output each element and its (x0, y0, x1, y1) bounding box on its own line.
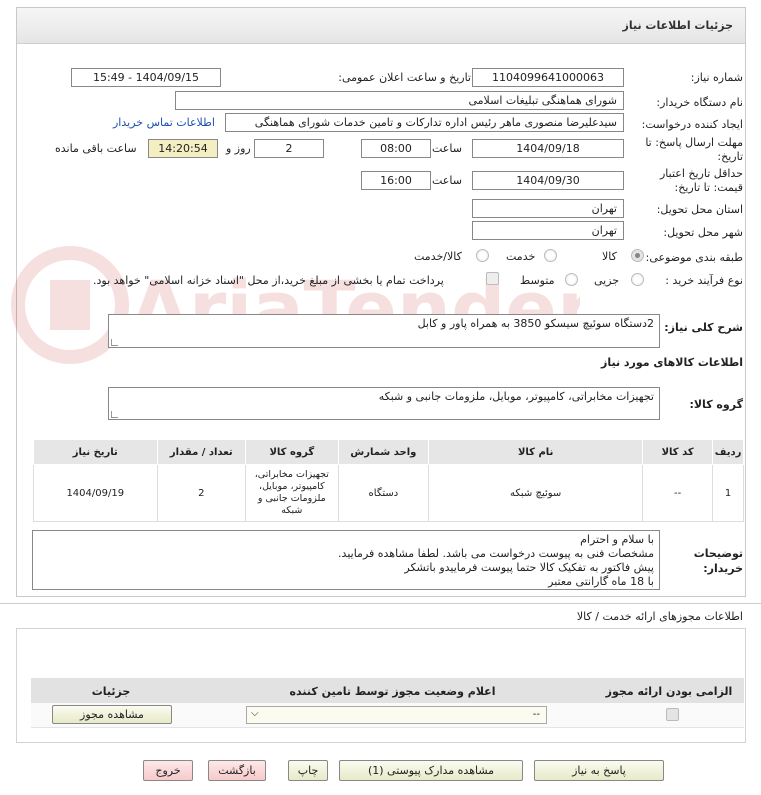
resize-grip[interactable] (111, 411, 118, 418)
treasury-checkbox[interactable] (486, 272, 499, 285)
cell-group: تجهیزات مخابراتی، کامپیوتر، موبایل، ملزو… (245, 464, 339, 522)
validity-date-field: 1404/09/30 (472, 171, 624, 190)
category-radio-goods[interactable] (631, 249, 644, 262)
goods-section-title: اطلاعات کالاهای مورد نیاز (601, 356, 743, 369)
goods-group-textarea: تجهیزات مخابراتی، کامپیوتر، موبایل، ملزو… (108, 387, 660, 420)
cell-name: سوئیچ شبکه (428, 464, 644, 522)
permits-header-row: الزامی بودن ارائه مجوز اعلام وضعیت مجوز … (31, 678, 744, 703)
resize-grip[interactable] (111, 339, 118, 346)
remaining-time-field: 14:20:54 (148, 139, 218, 158)
col-header-quantity: تعداد / مقدار (156, 439, 247, 465)
col-header-group: گروه کالا (245, 439, 339, 465)
need-number-label: شماره نیاز: (690, 71, 743, 84)
buyer-notes-textarea: با سلام و احترام مشخصات فنی به پیوست درخ… (32, 530, 660, 590)
page-title: جزئیات اطلاعات نیاز (622, 19, 734, 32)
table-row: 1 -- سوئیچ شبکه دستگاه تجهیزات مخابراتی،… (33, 464, 744, 522)
deadline-label: مهلت ارسال پاسخ: تا تاریخ: (645, 136, 743, 163)
goods-group-text: تجهیزات مخابراتی، کامپیوتر، موبایل، ملزو… (378, 390, 654, 403)
days-label: روز و (226, 142, 251, 155)
validity-label: حداقل تاریخ اعتبار قیمت: تا تاریخ: (659, 167, 743, 194)
validity-time-field: 16:00 (361, 171, 431, 190)
process-option-minor: جزیی (594, 274, 620, 287)
exit-button[interactable]: خروج (143, 760, 193, 781)
view-permit-button[interactable]: مشاهده مجوز (52, 705, 172, 724)
announce-label: تاریخ و ساعت اعلان عمومی: (338, 71, 471, 84)
summary-text: 2دستگاه سوئیچ سیسکو 3850 به همراه پاور و… (417, 317, 654, 330)
permits-header-status: اعلام وضعیت مجوز توسط تامین کننده (289, 685, 496, 698)
buyer-field: شورای هماهنگی تبلیغات اسلامی (175, 91, 624, 110)
creator-label: ایجاد کننده درخواست: (641, 118, 743, 131)
province-label: استان محل تحویل: (656, 203, 743, 216)
category-radio-both[interactable] (476, 249, 489, 262)
permits-title: اطلاعات مجوزهای ارائه خدمت / کالا (576, 610, 743, 623)
summary-textarea: 2دستگاه سوئیچ سیسکو 3850 به همراه پاور و… (108, 314, 660, 348)
category-option-service: خدمت (506, 250, 536, 263)
print-button[interactable]: چاپ (288, 760, 328, 781)
city-field: تهران (472, 221, 624, 240)
divider (0, 603, 761, 604)
category-label: طبقه بندی موضوعی: (645, 251, 743, 264)
buyer-notes-label: توضیحات خریدار: (693, 547, 743, 575)
category-option-goods: کالا (602, 250, 617, 263)
process-option-medium: متوسط (520, 274, 555, 287)
notes-line: مشخصات فنی به پیوست درخواست می باشد. لطف… (338, 547, 654, 560)
permits-header-required: الزامی بودن ارائه مجوز (605, 685, 733, 698)
process-radio-medium[interactable] (565, 273, 578, 286)
chevron-down-icon: ⌵ (251, 708, 259, 719)
cell-quantity: 2 (156, 464, 247, 522)
notes-line: با سلام و احترام (580, 533, 654, 546)
creator-field: سیدعلیرضا منصوری ماهر رئیس اداره تداركات… (225, 113, 624, 132)
cell-row: 1 (712, 464, 744, 522)
province-field: تهران (472, 199, 624, 218)
city-label: شهر محل تحویل: (663, 226, 743, 239)
deadline-time-label: ساعت (432, 142, 462, 155)
validity-time-label: ساعت (432, 174, 462, 187)
need-number-field: 1104099641000063 (472, 68, 624, 87)
col-header-date: تاریخ نیاز (33, 439, 158, 465)
deadline-time-field: 08:00 (361, 139, 431, 158)
category-radio-service[interactable] (544, 249, 557, 262)
items-table: ردیف کد کالا نام کالا واحد شمارش گروه کا… (33, 439, 744, 522)
notes-line: با 18 ماه گارانتی معتبر (548, 575, 654, 588)
permits-header-details: جزئیات (91, 685, 131, 698)
category-option-both: کالا/خدمت (414, 250, 462, 263)
buyer-label: نام دستگاه خریدار: (656, 96, 743, 109)
summary-label: شرح کلی نیاز: (664, 321, 743, 334)
process-radio-minor[interactable] (631, 273, 644, 286)
treasury-note: پرداخت تمام یا بخشی از مبلغ خرید،از محل … (93, 274, 444, 287)
buyer-contact-link[interactable]: اطلاعات تماس خریدار (113, 116, 215, 129)
cell-code: -- (642, 464, 714, 522)
days-remaining-field: 2 (254, 139, 324, 158)
permit-status-select[interactable]: -- ⌵ (246, 706, 547, 724)
deadline-date-field: 1404/09/18 (472, 139, 624, 158)
col-header-unit: واحد شمارش (337, 439, 430, 465)
back-button[interactable]: بازگشت (208, 760, 266, 781)
col-header-code: کد کالا (642, 439, 714, 465)
process-label: نوع فرآیند خرید : (665, 274, 743, 287)
col-header-name: نام کالا (428, 439, 644, 465)
view-attachments-button[interactable]: مشاهده مدارک پیوستی (1) (339, 760, 523, 781)
reply-button[interactable]: پاسخ به نیاز (534, 760, 664, 781)
goods-group-label: گروه کالا: (689, 398, 743, 411)
col-header-row: ردیف (712, 439, 744, 465)
announce-field: 1404/09/15 - 15:49 (71, 68, 221, 87)
cell-unit: دستگاه (337, 464, 430, 522)
panel-header: جزئیات اطلاعات نیاز (17, 8, 745, 44)
permit-status-value: -- (532, 709, 540, 720)
permit-required-checkbox (666, 708, 679, 721)
notes-line: پیش فاکتور به تفکیک کالا حتما پیوست فرما… (404, 561, 654, 574)
cell-date: 1404/09/19 (33, 464, 158, 522)
remaining-label: ساعت باقی مانده (55, 142, 137, 155)
